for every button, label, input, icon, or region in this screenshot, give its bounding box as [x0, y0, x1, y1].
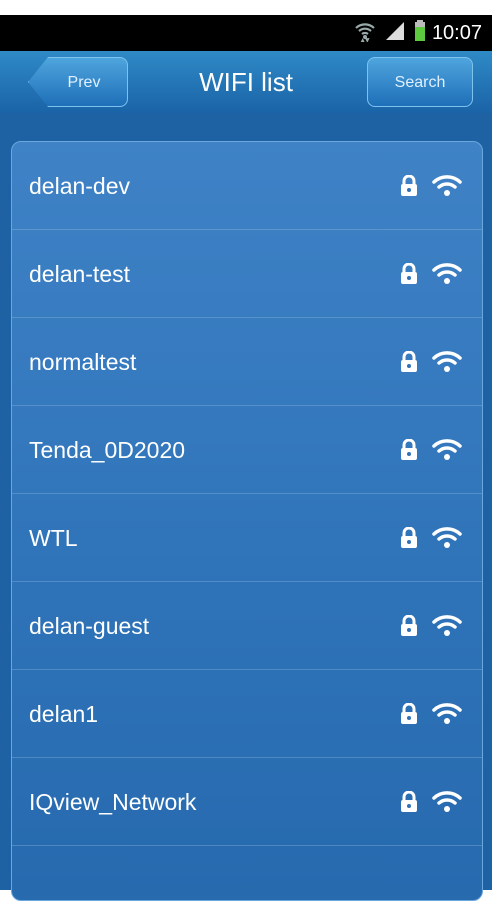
prev-button[interactable]: Prev: [28, 57, 128, 107]
wifi-list-item[interactable]: delan-dev: [12, 142, 482, 230]
wifi-list-item[interactable]: delan-guest: [12, 582, 482, 670]
lock-icon: [400, 526, 418, 554]
wifi-signal-icon: [432, 701, 462, 730]
wifi-signal-icon: [432, 261, 462, 290]
lock-icon: [400, 702, 418, 730]
lock-icon: [400, 350, 418, 378]
wifi-ssid: WTL: [29, 525, 78, 551]
main-content: delan-dev delan-test normaltest Tenda_0D…: [0, 113, 492, 901]
top-margin: [0, 0, 492, 15]
status-time: 10:07: [431, 21, 482, 44]
lock-icon: [400, 790, 418, 818]
lock-icon: [400, 438, 418, 466]
battery-icon: [414, 19, 426, 47]
search-button[interactable]: Search: [367, 57, 473, 107]
wifi-signal-icon: [432, 437, 462, 466]
wifi-signal-icon: [432, 613, 462, 642]
app-header: WIFI list Prev Search: [0, 51, 492, 113]
wifi-list-item[interactable]: WTL: [12, 494, 482, 582]
lock-icon: [400, 174, 418, 202]
signal-icon: [384, 20, 406, 47]
wifi-list: delan-dev delan-test normaltest Tenda_0D…: [11, 141, 483, 901]
wifi-list-item[interactable]: IQview_Network: [12, 758, 482, 846]
lock-icon: [400, 262, 418, 290]
wifi-ssid: Tenda_0D2020: [29, 437, 186, 463]
svg-text:▲▼: ▲▼: [360, 37, 370, 42]
wifi-signal-icon: [432, 173, 462, 202]
wifi-ssid: normaltest: [29, 349, 137, 375]
lock-icon: [400, 614, 418, 642]
status-bar: ▲▼ 10:07: [0, 15, 492, 51]
wifi-list-item[interactable]: Tenda_0D2020: [12, 406, 482, 494]
wifi-list-item[interactable]: normaltest: [12, 318, 482, 406]
wifi-ssid: delan1: [29, 701, 99, 727]
wifi-ssid: delan-test: [29, 261, 131, 287]
wifi-icon: ▲▼: [354, 20, 376, 47]
wifi-signal-icon: [432, 789, 462, 818]
wifi-signal-icon: [432, 525, 462, 554]
wifi-list-item[interactable]: delan-test: [12, 230, 482, 318]
wifi-ssid: delan-guest: [29, 613, 150, 639]
wifi-ssid: delan-dev: [29, 173, 131, 199]
wifi-signal-icon: [432, 349, 462, 378]
wifi-ssid: IQview_Network: [29, 789, 197, 815]
wifi-list-item[interactable]: delan1: [12, 670, 482, 758]
